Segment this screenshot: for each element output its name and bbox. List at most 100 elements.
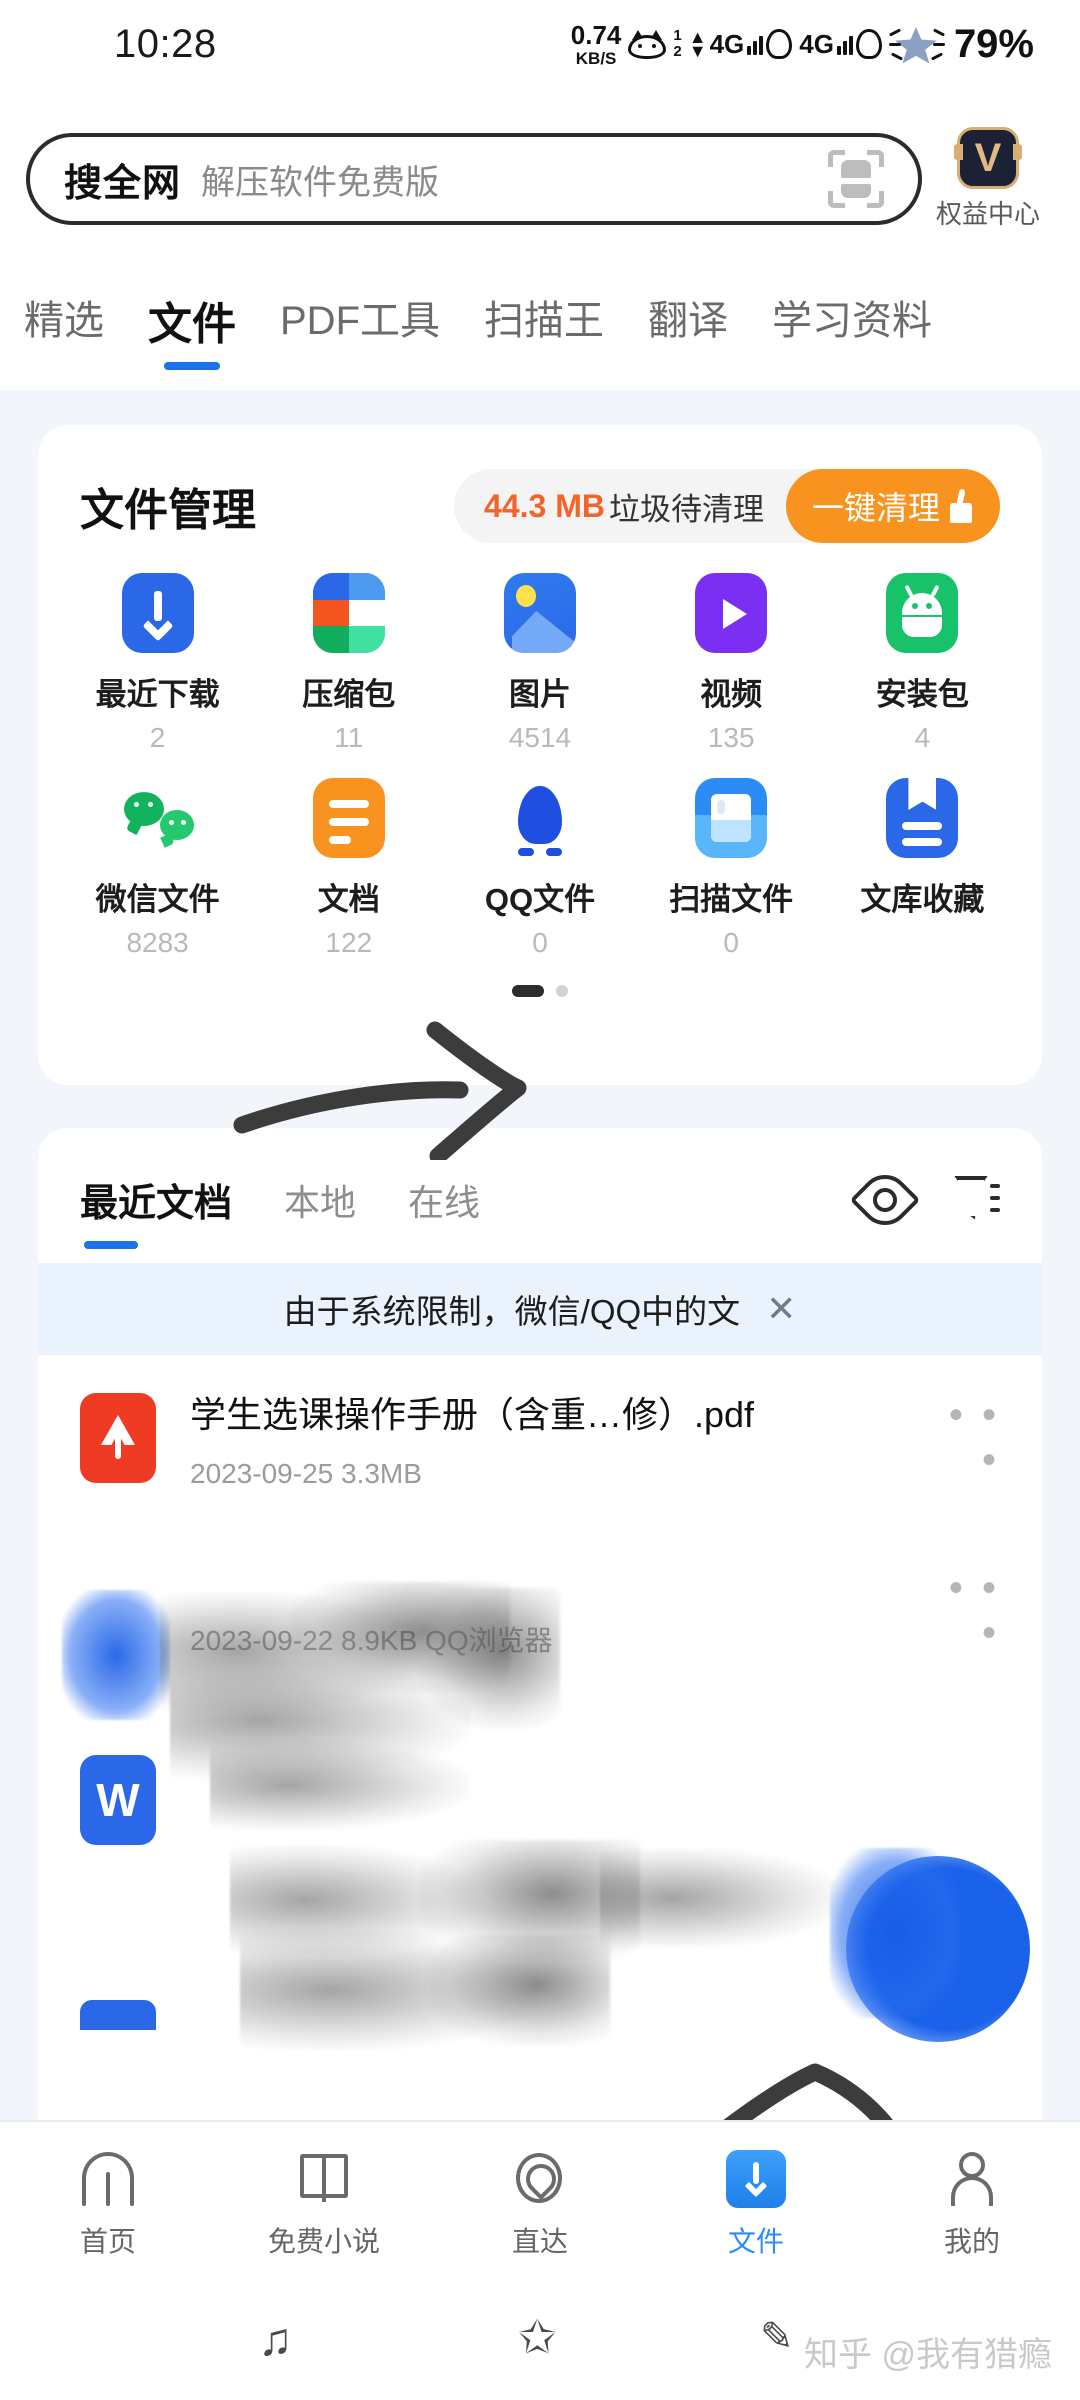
star-icon[interactable]: ✩ [518, 2310, 557, 2364]
file-download-icon [726, 2150, 786, 2208]
page-dot[interactable] [556, 985, 568, 997]
document-list-item[interactable] [38, 1900, 1042, 2030]
file-category-apk[interactable]: 安装包 4 [827, 573, 1018, 756]
tab-recent-documents[interactable]: 最近文档 [80, 1172, 233, 1249]
sim2-number: 2 [673, 43, 682, 60]
document-info: 学生选课操作手册（含重…修）.pdf 2023-09-25 3.3MB [190, 1386, 930, 1490]
tab-scan-king[interactable]: 扫描王 [484, 276, 604, 346]
zip-archive-icon [312, 573, 385, 653]
tab-translate[interactable]: 翻译 [648, 276, 728, 346]
network-speed-unit: KB/S [575, 48, 617, 68]
document-list-item[interactable]: 2023-09-22 8.9KB QQ浏览器 • • • [38, 1520, 1042, 1700]
file-category-picture[interactable]: 图片 4514 [444, 573, 635, 756]
data-transfer-arrows-icon: ▲ ▼ [688, 26, 707, 61]
tab-wenjian[interactable]: 文件 [148, 276, 236, 370]
one-key-clean-button[interactable]: 一键清理 [785, 469, 1000, 543]
nav-item-free-novels[interactable]: 免费小说 [216, 2150, 432, 2260]
vip-badge-icon: V [954, 127, 1022, 189]
signal-group-1: ▲ ▼ 4G [688, 26, 793, 61]
document-list-item[interactable]: W [38, 1700, 1042, 1900]
sim-slot-numbers: 1 2 [673, 26, 682, 61]
junk-clean-banner[interactable]: 44.3 MB 垃圾待清理 一键清理 [454, 469, 1000, 543]
document-list-item[interactable]: 学生选课操作手册（含重…修）.pdf 2023-09-25 3.3MB • • … [38, 1355, 1042, 1520]
tab-local[interactable]: 本地 [284, 1174, 356, 1226]
file-category-recent-download[interactable]: 最近下载 2 [62, 573, 253, 756]
category-count: 135 [707, 722, 755, 753]
home-icon [78, 2150, 138, 2208]
tab-label: 翻译 [648, 299, 728, 343]
file-category-wechat[interactable]: 微信文件 8283 [62, 778, 253, 961]
category-count: 0 [532, 927, 548, 958]
vip-letter: V [974, 136, 1002, 180]
nav-label: 直达 [511, 2226, 568, 2257]
file-category-document[interactable]: 文档 122 [253, 778, 444, 961]
category-count: 0 [723, 927, 739, 958]
more-options-icon[interactable]: • • • [930, 1393, 1000, 1483]
file-manager-header: 文件管理 44.3 MB 垃圾待清理 一键清理 [38, 425, 1042, 543]
vip-center-button[interactable]: V 权益中心 [922, 127, 1054, 231]
category-label: 图片 [508, 677, 571, 712]
junk-text: 垃圾待清理 [608, 491, 764, 527]
category-label: 文库收藏 [860, 882, 985, 917]
more-options-icon[interactable]: • • • [930, 1566, 1000, 1656]
tab-label: 最近文档 [80, 1183, 233, 1225]
category-count: 2 [149, 722, 166, 753]
file-category-video[interactable]: 视频 135 [636, 573, 827, 756]
category-label: 视频 [700, 677, 763, 712]
network-speed-indicator: 0.74 KB/S [571, 22, 622, 67]
tab-label: 精选 [24, 299, 104, 343]
nav-label: 免费小说 [267, 2226, 380, 2257]
file-category-zip[interactable]: 压缩包 11 [253, 573, 444, 756]
file-manager-card: 文件管理 44.3 MB 垃圾待清理 一键清理 最近下载 2 压缩包 11 图片… [38, 425, 1042, 1085]
category-count: 122 [325, 927, 373, 958]
tab-jingxuan[interactable]: 精选 [24, 276, 104, 346]
category-label: 文档 [317, 882, 380, 917]
qq-penguin-icon [504, 778, 576, 858]
category-count: 8283 [126, 927, 189, 958]
scan-document-icon[interactable] [828, 150, 884, 208]
tab-study-materials[interactable]: 学习资料 [772, 276, 932, 346]
eye-icon[interactable] [849, 1164, 921, 1235]
file-category-scan[interactable]: 扫描文件 0 [636, 778, 827, 961]
tab-online[interactable]: 在线 [408, 1174, 480, 1226]
category-label: 扫描文件 [669, 882, 794, 917]
file-icon-redacted [80, 1565, 156, 1655]
pen-icon[interactable]: ✎ [760, 2314, 794, 2360]
word-file-icon: W [80, 1755, 156, 1845]
status-bar-indicators: 0.74 KB/S 1 2 ▲ ▼ 4G 4G 79% [571, 21, 1034, 67]
nav-item-mine[interactable]: 我的 [864, 2150, 1080, 2260]
nav-item-direct[interactable]: 直达 [432, 2150, 648, 2260]
vip-center-label: 权益中心 [935, 199, 1040, 229]
page-dot-active[interactable] [512, 985, 544, 997]
file-manager-title: 文件管理 [80, 486, 256, 535]
signal-group-2: 4G [799, 29, 882, 60]
network-type-2: 4G [799, 28, 834, 59]
tab-pdf-tools[interactable]: PDF工具 [280, 276, 440, 346]
category-count: 4514 [508, 722, 572, 753]
sim1-number: 1 [673, 26, 682, 44]
tab-label: 在线 [408, 1181, 481, 1223]
close-icon[interactable]: ✕ [766, 1288, 796, 1330]
notice-text: 由于系统限制，微信/QQ中的文 [283, 1293, 741, 1330]
file-category-library-favorites[interactable]: 文库收藏 [827, 778, 1018, 961]
recent-documents-header: 最近文档 本地 在线 [38, 1128, 1042, 1249]
nav-item-files[interactable]: 文件 [648, 2150, 864, 2260]
music-note-icon[interactable]: ♫ [258, 2312, 293, 2366]
pdf-file-icon [80, 1392, 156, 1483]
tab-label: 文件 [148, 300, 236, 349]
recent-documents-actions [849, 1164, 1000, 1235]
wechat-icon [122, 778, 194, 858]
file-category-qq[interactable]: QQ文件 0 [444, 778, 635, 961]
search-keyword: 搜全网 [64, 162, 182, 205]
book-icon [294, 2150, 354, 2208]
sim-blob-1-icon [766, 29, 793, 59]
document-meta: 2023-09-22 8.9KB QQ浏览器 [190, 1625, 553, 1656]
nav-item-home[interactable]: 首页 [0, 2150, 216, 2260]
network-speed-value: 0.74 [570, 19, 622, 50]
tab-label: 本地 [284, 1181, 357, 1223]
cat-mascot-icon [628, 29, 667, 59]
search-input[interactable]: 搜全网 解压软件免费版 [26, 133, 922, 225]
nav-label: 文件 [727, 2226, 784, 2257]
filter-icon[interactable] [954, 1175, 1000, 1224]
category-label: 最近下载 [95, 677, 220, 712]
